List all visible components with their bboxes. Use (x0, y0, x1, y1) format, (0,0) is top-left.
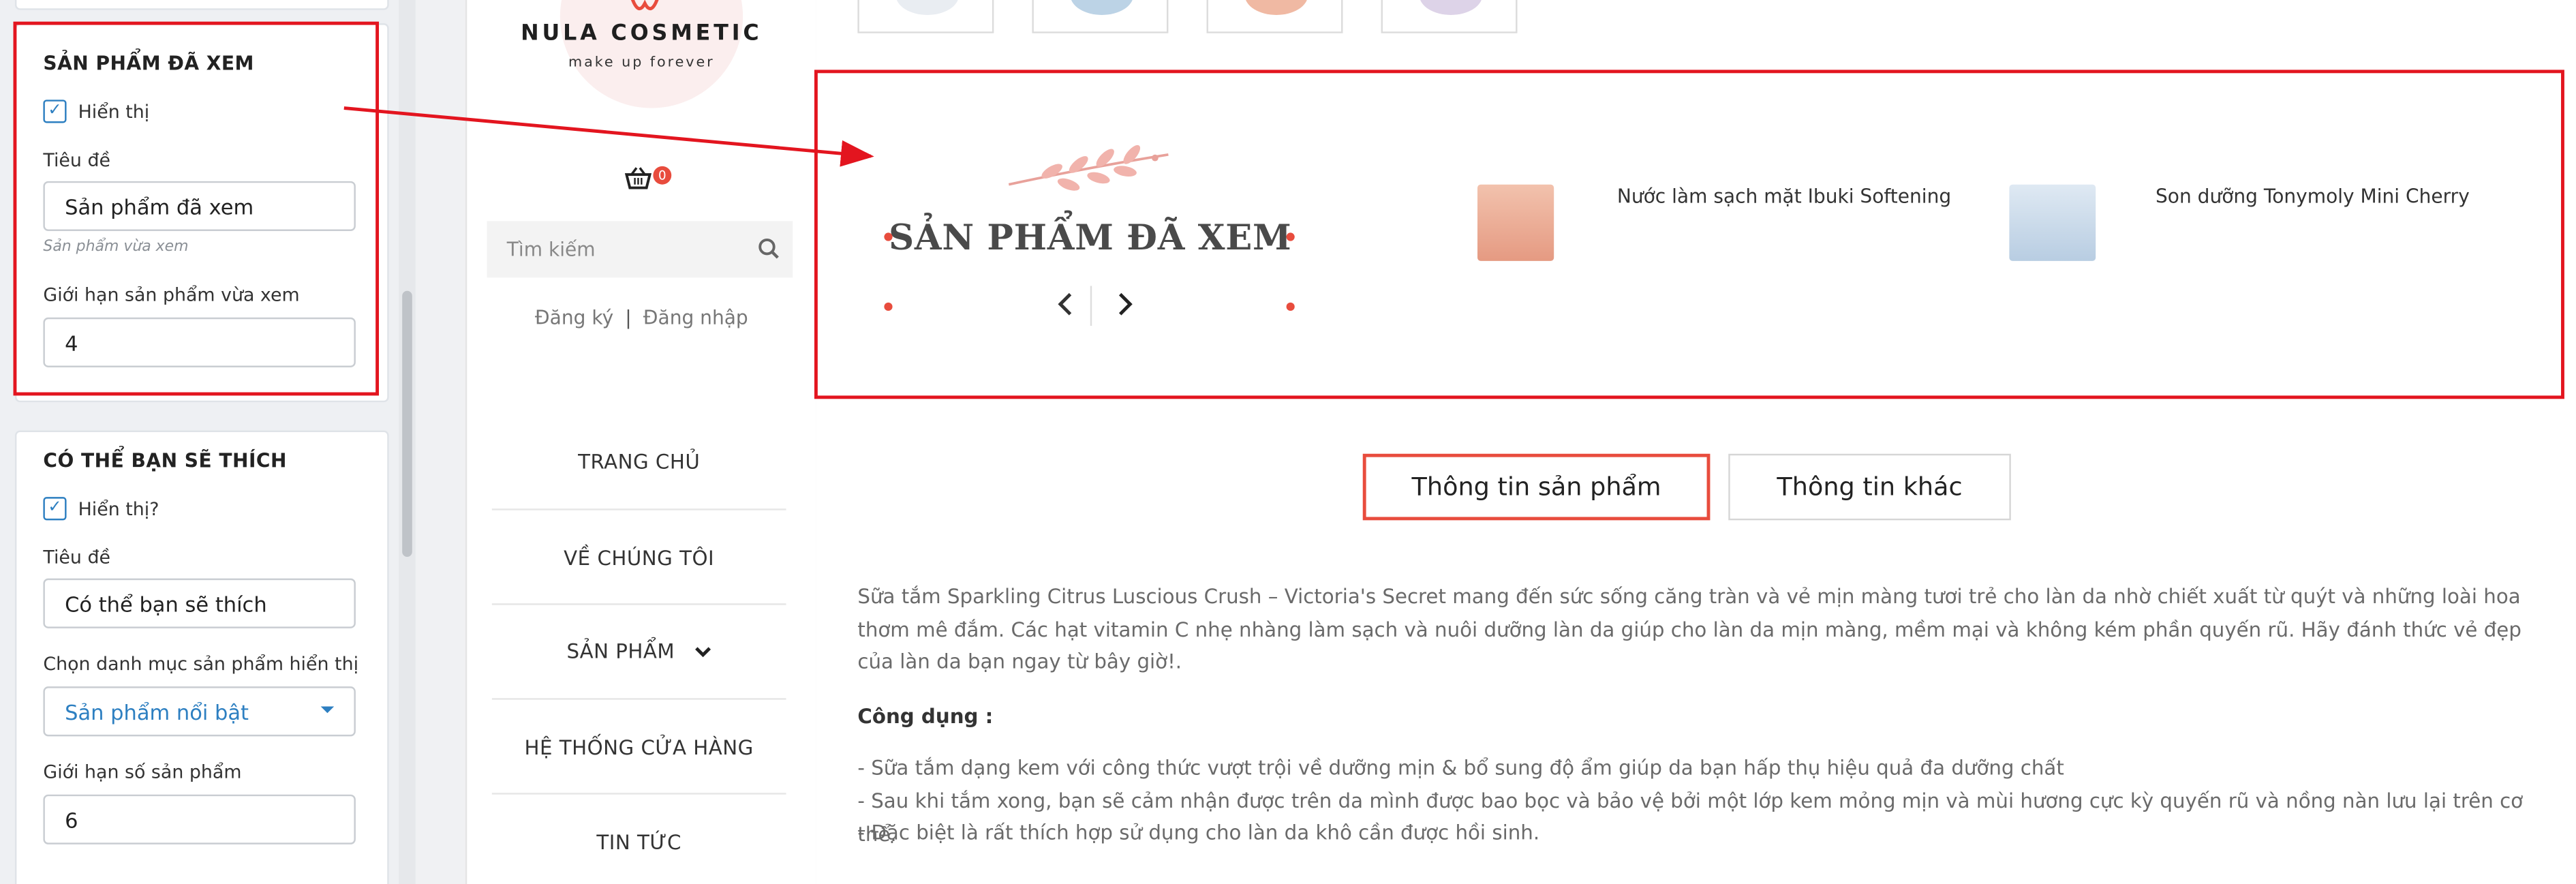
product-description-intro: Sữa tắm Sparkling Citrus Luscious Crush … (857, 585, 2521, 673)
search-placeholder: Tìm kiếm (506, 237, 596, 261)
uses-bullet: - Đặc biệt là rất thích hợp sử dụng cho … (857, 821, 1540, 844)
settings-scrollbar-thumb[interactable] (402, 290, 412, 557)
nav-item-products[interactable]: SẢN PHẨM (492, 625, 786, 678)
tab-other-info[interactable]: Thông tin khác (1728, 453, 2011, 521)
checkbox-checked-icon[interactable]: ✓ (43, 497, 67, 521)
recommended-show-label: Hiển thị? (78, 498, 159, 520)
uses-bullet: - Sữa tắm dạng kem với công thức vượt tr… (857, 756, 2064, 780)
recommended-settings-card: CÓ THỂ BẠN SẼ THÍCH ✓ Hiển thị? Tiêu đề … (14, 430, 389, 884)
storefront-sidebar: NULA COSMETIC make up forever 0 Tìm kiếm… (465, 0, 818, 884)
cart-count-badge: 0 (653, 166, 672, 185)
nav-divider (491, 698, 786, 700)
nav-item-news[interactable]: TIN TỨC (492, 816, 786, 869)
settings-card-previous (14, 0, 389, 10)
annotation-highlight-preview (814, 70, 2564, 399)
recommended-category-value: Sản phẩm nổi bật (65, 699, 249, 725)
recommended-category-select[interactable]: Sản phẩm nổi bật (43, 686, 356, 737)
recommended-settings-title: CÓ THỂ BẠN SẼ THÍCH (43, 448, 287, 472)
product-thumbnail[interactable] (1206, 0, 1343, 33)
theme-settings-panel: SẢN PHẨM ĐÃ XEM ✓ Hiển thị Tiêu đề Sản p… (0, 0, 416, 884)
nav-item-products-label: SẢN PHẨM (566, 639, 675, 664)
nav-item-about[interactable]: VỀ CHÚNG TÔI (492, 532, 786, 585)
nav-divider (491, 793, 786, 795)
nav-divider (491, 508, 786, 510)
auth-links: Đăng ký | Đăng nhập (467, 306, 816, 329)
search-icon[interactable] (758, 238, 780, 260)
recommended-title-label: Tiêu đề (43, 547, 111, 569)
recommended-show-checkbox-row[interactable]: ✓ Hiển thị? (43, 497, 159, 521)
tab-product-info[interactable]: Thông tin sản phẩm (1362, 453, 1711, 521)
search-input[interactable]: Tìm kiếm (487, 221, 793, 278)
uses-heading: Công dụng : (857, 705, 994, 729)
recommended-limit-input[interactable]: 6 (43, 794, 356, 844)
nav-divider (491, 603, 786, 605)
recommended-limit-label: Giới hạn số sản phẩm (43, 761, 242, 783)
logo-flourish-icon (630, 0, 659, 11)
logo-tagline: make up forever (568, 55, 715, 72)
nav-item-stores[interactable]: HỆ THỐNG CỬA HÀNG (492, 721, 786, 774)
product-thumbnail[interactable] (1032, 0, 1169, 33)
login-link[interactable]: Đăng nhập (643, 306, 748, 329)
recommended-category-label: Chọn danh mục sản phẩm hiển thị (43, 653, 359, 675)
product-thumbnail[interactable] (1381, 0, 1518, 33)
chevron-down-icon[interactable] (694, 645, 711, 657)
nav-item-home[interactable]: TRANG CHỦ (492, 436, 786, 489)
logo-name[interactable]: NULA COSMETIC (467, 22, 816, 47)
annotation-highlight-settings (13, 21, 380, 396)
register-link[interactable]: Đăng ký (535, 306, 613, 329)
dropdown-caret-icon (320, 706, 335, 714)
auth-separator: | (625, 305, 632, 329)
recommended-title-input[interactable]: Có thể bạn sẽ thích (43, 578, 356, 628)
product-thumbnail[interactable] (857, 0, 994, 33)
cart-icon[interactable] (624, 166, 651, 189)
